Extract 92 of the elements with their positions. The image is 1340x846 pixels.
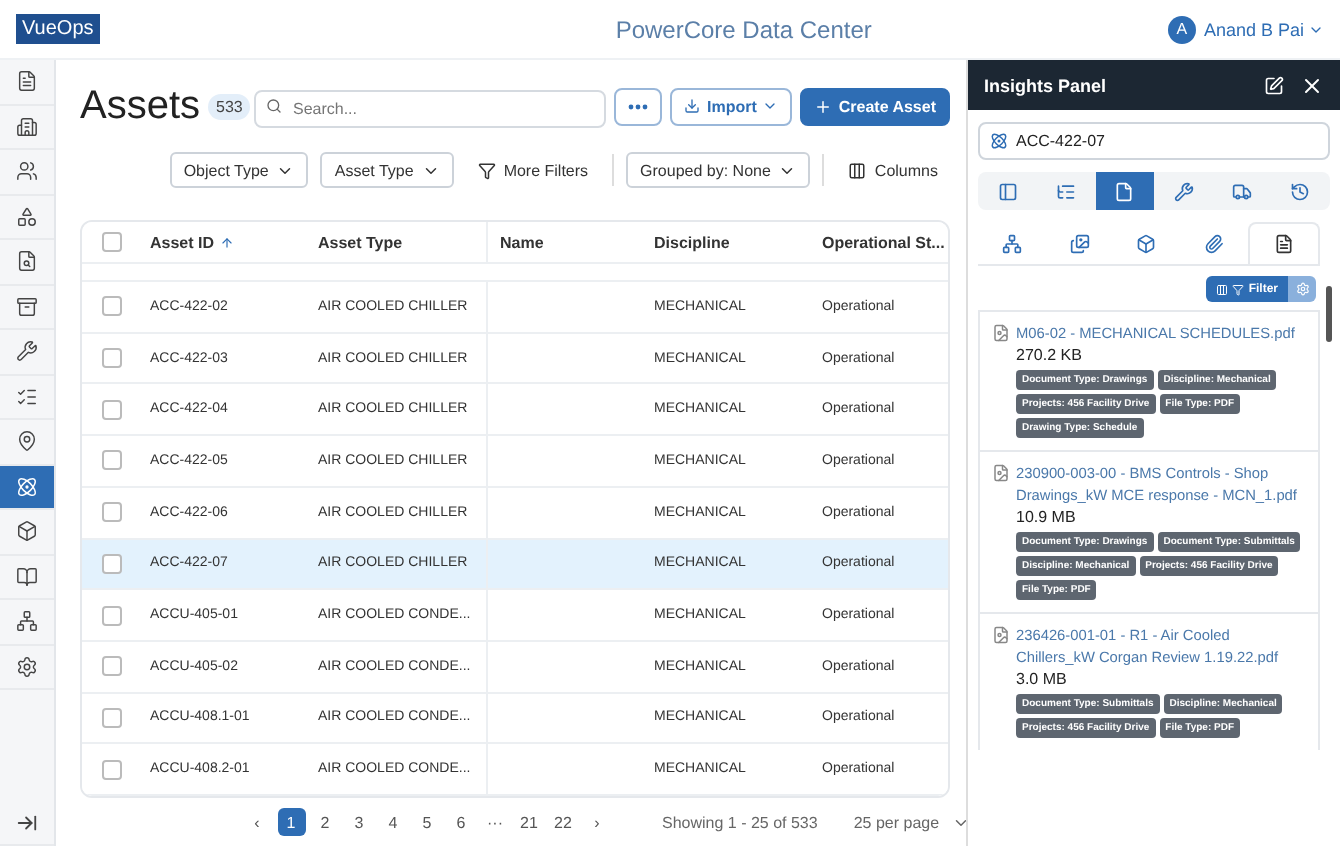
logo: VueOps: [16, 14, 100, 44]
user-menu[interactable]: Anand B Pai: [1203, 19, 1324, 39]
page-button[interactable]: 21: [515, 808, 543, 836]
filter-dropdown[interactable]: Object Type: [169, 152, 309, 188]
filter-icon: [1232, 283, 1245, 295]
row-checkbox[interactable]: [102, 296, 122, 317]
next-page-button[interactable]: ›: [583, 808, 611, 836]
scrollbar-thumb[interactable]: [1326, 286, 1332, 342]
column-header[interactable]: Discipline: [654, 222, 822, 263]
document-search-icon: [16, 250, 38, 273]
atom-icon: [990, 132, 1008, 150]
archive-icon: [16, 295, 38, 318]
page-button[interactable]: 2: [311, 808, 339, 836]
cube-icon: [16, 520, 38, 543]
building-icon: [16, 115, 38, 138]
page-button[interactable]: ···: [481, 808, 509, 836]
file-size: 10.9 MB: [1016, 508, 1078, 526]
collapse-icon: [16, 811, 38, 834]
showing-text: Showing 1 - 25 of 533: [662, 813, 818, 831]
panel-subtab[interactable]: [1248, 222, 1320, 264]
row-checkbox[interactable]: [102, 605, 122, 626]
row-checkbox[interactable]: [102, 553, 122, 574]
document-icon: [1274, 234, 1295, 254]
atom-icon: [16, 475, 38, 498]
hierarchy-icon: [1001, 233, 1022, 253]
shapes-icon: [16, 205, 38, 228]
column-header[interactable]: Asset Type: [318, 222, 486, 263]
row-checkbox[interactable]: [102, 502, 122, 523]
row-checkbox[interactable]: [102, 656, 122, 677]
row-checkbox[interactable]: [102, 348, 122, 369]
filter-dropdown[interactable]: Asset Type: [320, 152, 454, 188]
settings-icon: [1295, 282, 1309, 296]
app-title: PowerCore Data Center: [613, 15, 874, 43]
panel-title: Insights Panel: [984, 75, 1107, 95]
column-header[interactable]: Name: [486, 222, 654, 263]
row-checkbox[interactable]: [102, 450, 122, 471]
import-button[interactable]: Import: [670, 87, 793, 125]
row-checkbox[interactable]: [102, 707, 122, 728]
asset-id: ACC-422-07: [1016, 132, 1105, 150]
per-page-dropdown[interactable]: 25 per page: [853, 813, 970, 831]
document-icon: [1114, 181, 1135, 201]
page-button[interactable]: 22: [549, 808, 577, 836]
page-button[interactable]: 4: [379, 808, 407, 836]
row-checkbox[interactable]: [102, 399, 122, 420]
page-button[interactable]: 3: [345, 808, 373, 836]
column-header[interactable]: Operational St...: [822, 222, 948, 263]
hierarchy-icon: [16, 610, 38, 633]
pin-icon: [16, 430, 38, 453]
page-title: Assets: [80, 83, 201, 129]
book-icon: [16, 565, 38, 588]
row-checkbox[interactable]: [102, 759, 122, 780]
truck-icon: [1231, 181, 1252, 201]
page-button[interactable]: 5: [413, 808, 441, 836]
asset-field[interactable]: ACC-422-07: [978, 122, 1330, 160]
columns-icon: [1216, 283, 1229, 295]
columns-icon: [848, 161, 867, 179]
checklist-icon: [16, 385, 38, 408]
user-avatar: A: [1167, 15, 1196, 43]
nav-item[interactable]: [0, 465, 54, 510]
filter-icon: [477, 161, 496, 179]
search-icon: [266, 97, 283, 113]
paperclip-icon: [1204, 233, 1225, 253]
history-icon: [1290, 181, 1311, 201]
wrench-icon: [1173, 181, 1194, 201]
filter-dropdown[interactable]: Grouped by: None: [626, 152, 811, 188]
gallery-icon: [1069, 233, 1090, 253]
search-field[interactable]: Search...: [254, 89, 607, 127]
edit-icon[interactable]: [1264, 75, 1284, 95]
file-size: 3.0 MB: [1016, 670, 1069, 688]
previous-page-button[interactable]: ‹: [243, 808, 271, 836]
create-asset-button[interactable]: Create Asset: [800, 87, 950, 125]
column-header[interactable]: Asset ID: [150, 222, 318, 263]
close-icon[interactable]: [1300, 73, 1324, 97]
panel-icon: [997, 181, 1018, 201]
count-badge: 533: [208, 93, 251, 119]
more-icon: [628, 103, 649, 109]
cube-icon: [1136, 233, 1157, 253]
panel-tab[interactable]: [1095, 172, 1154, 210]
sort-icon: [220, 235, 235, 250]
file-size: 270.2 KB: [1016, 346, 1084, 364]
select-all-checkbox[interactable]: [102, 232, 122, 253]
page-button[interactable]: 1: [277, 808, 305, 836]
users-icon: [16, 160, 38, 183]
settings-icon: [16, 655, 38, 678]
more-button[interactable]: [614, 87, 663, 125]
plus-icon: [814, 97, 833, 115]
document-icon: [16, 70, 38, 93]
chevron-icon: [762, 98, 779, 114]
page-button[interactable]: 6: [447, 808, 475, 836]
tree-icon: [1055, 181, 1076, 201]
download-icon: [684, 98, 701, 114]
wrench-icon: [16, 340, 38, 363]
